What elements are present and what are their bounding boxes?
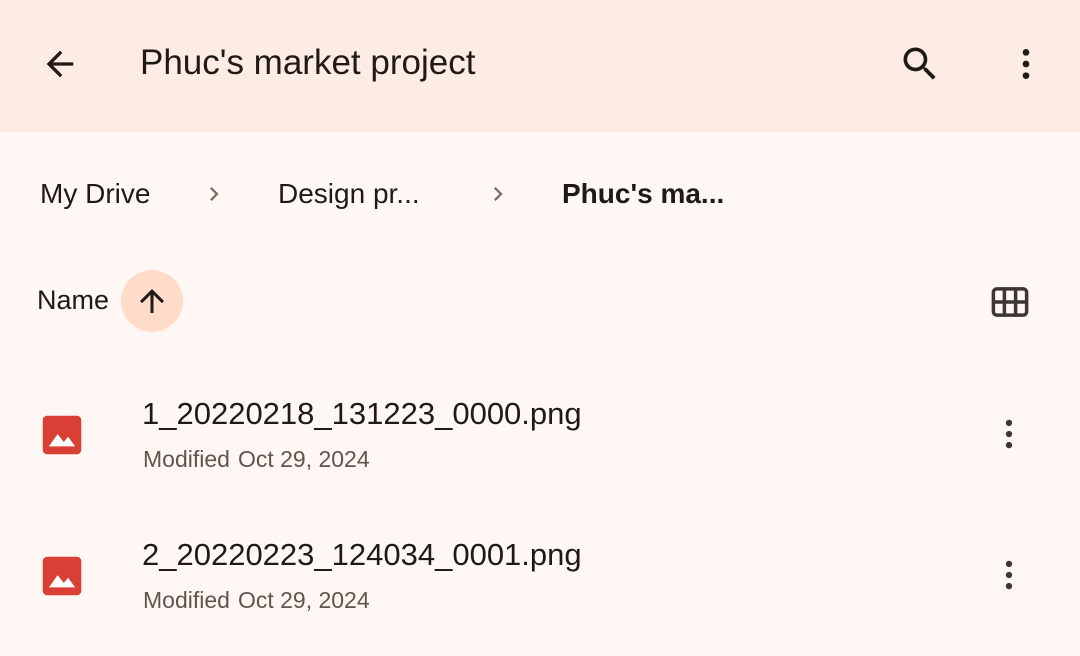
file-modified-info: Modified Oct 29, 2024 bbox=[143, 585, 370, 615]
more-vert-icon bbox=[1005, 560, 1013, 590]
file-modified-info: Modified Oct 29, 2024 bbox=[143, 444, 370, 474]
file-more-options-button[interactable] bbox=[984, 545, 1034, 605]
more-vert-icon bbox=[1022, 49, 1030, 79]
search-button[interactable] bbox=[890, 34, 950, 94]
modified-label: Modified bbox=[143, 446, 230, 472]
modified-date: Oct 29, 2024 bbox=[237, 587, 370, 613]
file-name: 2_20220223_124034_0001.png bbox=[142, 537, 582, 572]
sort-by-name-label[interactable]: Name bbox=[37, 282, 109, 318]
arrow-upward-icon bbox=[140, 289, 164, 313]
modified-date: Oct 29, 2024 bbox=[237, 446, 370, 472]
sort-bar: Name bbox=[0, 262, 1080, 342]
file-more-options-button[interactable] bbox=[984, 404, 1034, 464]
chevron-right-icon bbox=[494, 187, 503, 201]
breadcrumb: My Drive Design pr... Phuc's ma... bbox=[0, 160, 1080, 230]
search-icon bbox=[903, 47, 936, 80]
grid-view-button[interactable] bbox=[980, 272, 1040, 332]
breadcrumb-item-design[interactable]: Design pr... bbox=[278, 176, 420, 212]
breadcrumb-item-my-drive[interactable]: My Drive bbox=[40, 176, 150, 212]
image-file-icon bbox=[42, 556, 82, 596]
more-options-button[interactable] bbox=[996, 34, 1056, 94]
sort-direction-button[interactable] bbox=[121, 270, 183, 332]
page-title: Phuc's market project bbox=[140, 43, 476, 82]
app-bar: Phuc's market project bbox=[0, 0, 1080, 132]
more-vert-icon bbox=[1005, 419, 1013, 449]
breadcrumb-item-current[interactable]: Phuc's ma... bbox=[562, 176, 724, 212]
file-name: 1_20220218_131223_0000.png bbox=[142, 396, 582, 431]
file-list-item[interactable]: 2_20220223_124034_0001.png Modified Oct 2… bbox=[0, 505, 1080, 645]
grid-view-icon bbox=[991, 287, 1029, 317]
arrow-back-icon bbox=[46, 50, 74, 78]
chevron-right-icon bbox=[210, 187, 219, 201]
back-button[interactable] bbox=[30, 34, 90, 94]
image-file-icon bbox=[42, 415, 82, 455]
file-list-item[interactable]: 1_20220218_131223_0000.png Modified Oct 2… bbox=[0, 364, 1080, 504]
modified-label: Modified bbox=[143, 587, 230, 613]
